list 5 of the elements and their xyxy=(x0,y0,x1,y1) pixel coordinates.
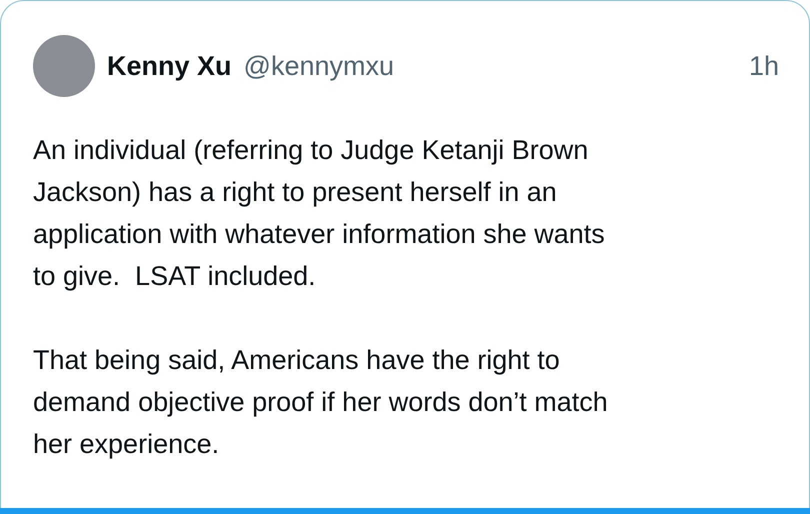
author-handle[interactable]: @kennymxu xyxy=(244,50,394,82)
tweet-text: That being said, Americans have the right to demand objective proof if her words don’t match her experience. xyxy=(33,344,609,461)
tweet-time[interactable]: 1h xyxy=(748,50,779,82)
tweet-text: An individual (referring to Judge Ketanji Brown Jackson) has a right to present herself in an application with whatever information she wants to give. LSAT included. xyxy=(33,134,606,293)
author-name[interactable]: Kenny Xu xyxy=(107,50,232,82)
